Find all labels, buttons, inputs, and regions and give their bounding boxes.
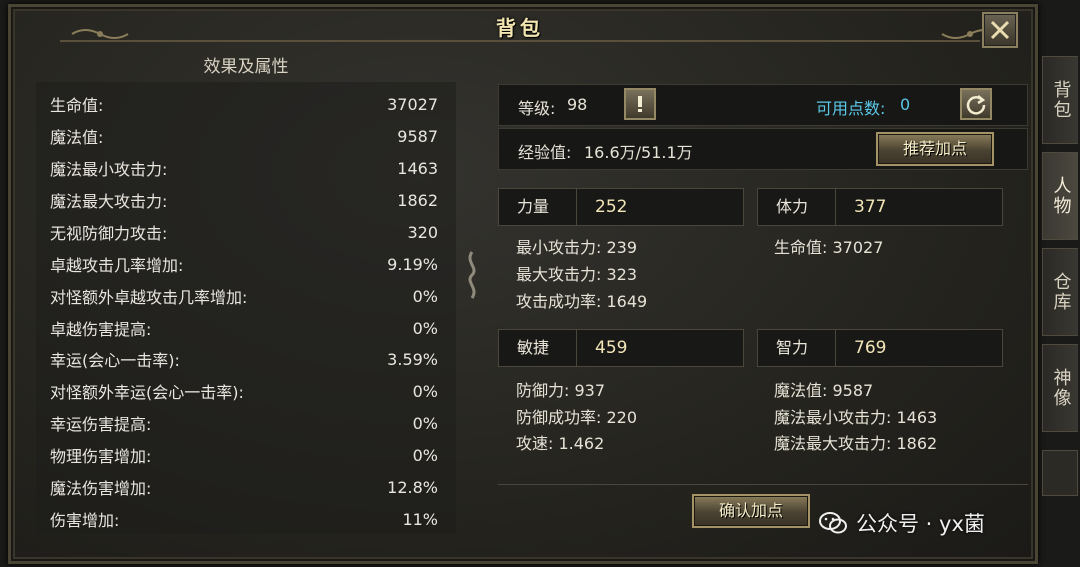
attr-detail: 攻速: 1.462	[516, 434, 605, 453]
stat-row: 卓越攻击几率增加: 9.19%	[50, 250, 438, 278]
side-thumbnail[interactable]	[1042, 450, 1078, 496]
stat-value: 3.59%	[387, 349, 438, 369]
level-value: 98	[567, 95, 588, 114]
attr-name: 体力	[758, 189, 836, 225]
stat-label: 对怪额外幸运(会心一击率):	[50, 383, 244, 402]
exp-value: 16.6万/51.1万	[584, 143, 693, 162]
window-title: 背包	[496, 16, 544, 40]
stat-label: 魔法最小攻击力:	[50, 160, 168, 179]
stat-value: 0%	[412, 445, 438, 465]
stat-row: 魔法最小攻击力: 1463	[50, 154, 438, 182]
attr-agility[interactable]: 敏捷 459	[498, 329, 744, 367]
attr-strength[interactable]: 力量 252	[498, 188, 744, 226]
close-button[interactable]	[982, 12, 1018, 48]
stat-label: 魔法最大攻击力:	[50, 192, 168, 211]
stat-row: 无视防御力攻击: 320	[50, 218, 438, 246]
stat-row: 魔法值: 9587	[50, 122, 438, 150]
tab-backpack[interactable]: 背包	[1042, 56, 1078, 144]
attr-detail: 魔法最小攻击力: 1463	[774, 408, 938, 427]
watermark-text: 公众号 · yx菌	[856, 512, 985, 536]
attr-value: 769	[854, 338, 887, 358]
confirm-button[interactable]: 确认加点	[692, 494, 810, 528]
stat-label: 魔法值:	[50, 128, 104, 147]
title-ornament-left-icon	[70, 24, 130, 44]
stat-value: 0%	[412, 381, 438, 401]
stat-row: 幸运(会心一击率): 3.59%	[50, 345, 438, 373]
divider-ornament-icon	[463, 250, 481, 300]
stat-row: 对怪额外幸运(会心一击率): 0%	[50, 377, 438, 405]
attr-detail: 防御力: 937	[516, 381, 606, 400]
refresh-icon	[966, 95, 986, 115]
attr-value: 252	[595, 197, 628, 217]
stat-value: 11%	[402, 509, 438, 529]
reset-button[interactable]	[960, 88, 992, 120]
stat-row: 魔法最大攻击力: 1862	[50, 186, 438, 214]
stat-row: 卓越伤害提高: 0%	[50, 314, 438, 342]
wechat-icon	[819, 512, 847, 534]
stat-value: 0%	[412, 286, 438, 306]
points-value: 0	[900, 95, 911, 114]
attr-name: 智力	[758, 330, 836, 366]
stat-row: 伤害增加: 11%	[50, 505, 438, 533]
stat-label: 卓越攻击几率增加:	[50, 256, 184, 275]
stat-value: 320	[407, 222, 438, 242]
stat-value: 1862	[397, 190, 438, 210]
stat-value: 1463	[397, 158, 438, 178]
attr-name: 力量	[499, 189, 577, 225]
stat-value: 9587	[397, 126, 438, 146]
exclamation-icon	[638, 96, 642, 112]
attr-intelligence[interactable]: 智力 769	[757, 329, 1003, 367]
attr-detail: 生命值: 37027	[774, 238, 884, 257]
attr-detail: 防御成功率: 220	[516, 408, 638, 427]
attr-name: 敏捷	[499, 330, 577, 366]
info-button[interactable]	[624, 88, 656, 120]
stat-row: 对怪额外卓越攻击几率增加: 0%	[50, 282, 438, 310]
title-bar: 背包	[60, 8, 980, 42]
attr-value: 459	[595, 338, 628, 358]
attr-detail: 魔法最大攻击力: 1862	[774, 434, 938, 453]
stat-value: 0%	[412, 318, 438, 338]
stat-label: 无视防御力攻击:	[50, 224, 168, 243]
level-label: 等级:	[518, 99, 556, 118]
stat-value: 0%	[412, 413, 438, 433]
stat-label: 幸运伤害提高:	[50, 415, 152, 434]
stat-value: 9.19%	[387, 254, 438, 274]
stat-label: 卓越伤害提高:	[50, 320, 152, 339]
divider	[498, 484, 1028, 485]
attr-value: 377	[854, 197, 887, 217]
stat-label: 物理伤害增加:	[50, 447, 152, 466]
watermark: 公众号 · yx菌	[818, 508, 985, 538]
effects-heading: 效果及属性	[203, 57, 289, 77]
exp-label: 经验值:	[518, 143, 572, 162]
attr-detail: 魔法值: 9587	[774, 381, 874, 400]
stat-label: 伤害增加:	[50, 511, 120, 530]
tab-statue[interactable]: 神像	[1042, 344, 1078, 432]
recommend-button[interactable]: 推荐加点	[876, 132, 994, 166]
attr-detail: 最小攻击力: 239	[516, 238, 638, 257]
stat-value: 37027	[387, 94, 438, 114]
stat-row: 幸运伤害提高: 0%	[50, 409, 438, 437]
tab-warehouse[interactable]: 仓库	[1042, 248, 1078, 336]
attr-detail: 攻击成功率: 1649	[516, 292, 648, 311]
stat-label: 对怪额外卓越攻击几率增加:	[50, 288, 248, 307]
stat-label: 幸运(会心一击率):	[50, 351, 180, 370]
attr-detail: 最大攻击力: 323	[516, 265, 638, 284]
close-icon	[990, 20, 1010, 40]
tab-character[interactable]: 人物	[1042, 152, 1078, 240]
attr-vitality[interactable]: 体力 377	[757, 188, 1003, 226]
stat-value: 12.8%	[387, 477, 438, 497]
stat-row: 魔法伤害增加: 12.8%	[50, 473, 438, 501]
points-label: 可用点数:	[816, 99, 886, 118]
stat-row: 生命值: 37027	[50, 90, 438, 118]
stat-label: 生命值:	[50, 96, 104, 115]
stat-row: 物理伤害增加: 0%	[50, 441, 438, 469]
stat-label: 魔法伤害增加:	[50, 479, 152, 498]
